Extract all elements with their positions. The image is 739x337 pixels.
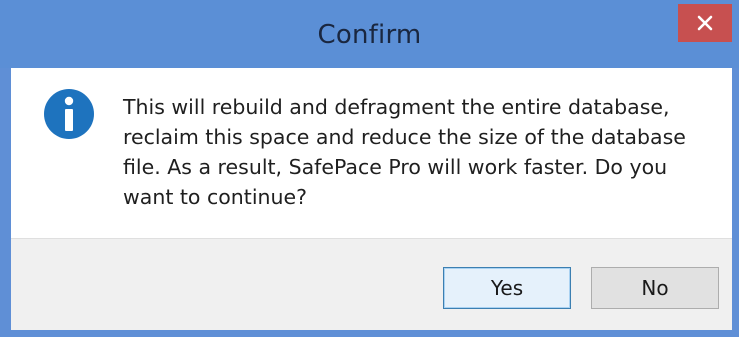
window-title: Confirm xyxy=(317,20,422,50)
info-icon xyxy=(44,89,94,139)
close-button[interactable] xyxy=(678,4,732,42)
no-button[interactable]: No xyxy=(591,267,719,309)
title-bar[interactable]: Confirm xyxy=(0,0,739,68)
dialog-message: This will rebuild and defragment the ent… xyxy=(123,95,686,209)
confirm-dialog-window: Confirm This will rebuild and defragment… xyxy=(0,0,739,337)
message-area: This will rebuild and defragment the ent… xyxy=(11,68,732,238)
yes-button[interactable]: Yes xyxy=(443,267,571,309)
close-icon xyxy=(697,15,713,31)
dialog-body: This will rebuild and defragment the ent… xyxy=(11,68,732,330)
button-bar: Yes No xyxy=(11,238,732,330)
